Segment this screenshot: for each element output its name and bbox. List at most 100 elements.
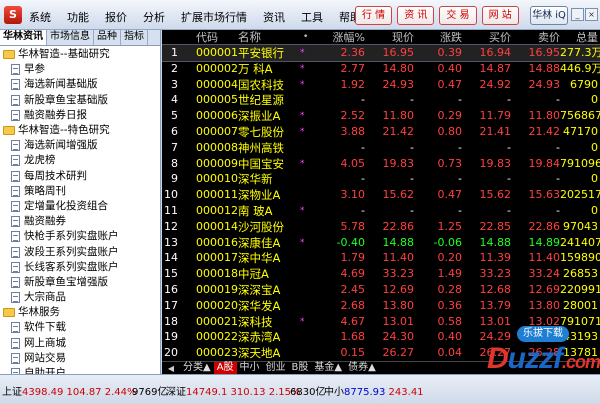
quote-row[interactable]: 13 000016 深康佳A * -0.40 14.88 -0.06 14.88 14.89 24… bbox=[162, 235, 600, 251]
change-pct: 3.88 bbox=[340, 125, 366, 138]
quote-row[interactable]: 16 000019 深深宝A 2.45 12.69 0.28 12.68 12.69 22099… bbox=[162, 282, 600, 298]
quote-row[interactable]: 4 000005 世纪星源 - - - - - 0 bbox=[162, 92, 600, 108]
col-header-volume[interactable]: 总量 bbox=[560, 30, 598, 45]
category-tab-0[interactable]: 分类▲ bbox=[180, 362, 214, 374]
category-tab-3[interactable]: 创业 bbox=[263, 362, 289, 374]
quote-row[interactable]: 7 000008 神州高铁 - - - - - 0 bbox=[162, 140, 600, 156]
sidebar-tab-1[interactable]: 市场信息 bbox=[47, 30, 94, 45]
row-index: 5 bbox=[171, 109, 178, 123]
quick-button-3[interactable]: 网 站 bbox=[481, 6, 519, 25]
tree-item[interactable]: 海选新闻基础版 bbox=[0, 77, 160, 92]
quick-button-1[interactable]: 资 讯 bbox=[397, 6, 435, 25]
col-header-code[interactable]: 代码 bbox=[196, 30, 218, 45]
sz-amount: 6830亿 bbox=[290, 387, 326, 398]
category-tab-5[interactable]: 基金▲ bbox=[311, 362, 345, 374]
col-header-price[interactable]: 现价 bbox=[365, 30, 414, 45]
volume: 0 bbox=[591, 140, 598, 154]
category-tab-list: 分类▲ A股 中小 创业 B股 基金▲ 债券▲ bbox=[180, 362, 379, 374]
ask-price: 15.63 bbox=[528, 188, 561, 202]
tree-item[interactable]: 策略周刊 bbox=[0, 184, 160, 199]
tree-group[interactable]: 华林智造--基础研究 bbox=[0, 47, 160, 62]
zx-index: 8775.93 bbox=[344, 387, 386, 398]
info-tree: 华林智造--基础研究 早参 海选新闻基础版新股章鱼宝基础版 融资融券日报 华林智造--特… bbox=[0, 46, 160, 381]
tree-item[interactable]: 海选新闻增强版 bbox=[0, 138, 160, 153]
tree-item[interactable]: 早参 bbox=[0, 62, 160, 77]
quote-row[interactable]: 9 000010 深华新 - - - - - 0 bbox=[162, 171, 600, 187]
tree-item[interactable]: 快枪手系列实盘账户 bbox=[0, 229, 160, 244]
change: 0.20 bbox=[437, 251, 463, 265]
stock-code: 000011 bbox=[196, 188, 238, 202]
tree-item[interactable]: 定增量化投资组合 bbox=[0, 199, 160, 214]
tree-item[interactable]: 新股章鱼宝基础版 bbox=[0, 93, 160, 108]
quick-button-2[interactable]: 交 易 bbox=[439, 6, 477, 25]
tree-item[interactable]: 波段王系列实盘账户 bbox=[0, 244, 160, 259]
stock-code: 000012 bbox=[196, 204, 238, 217]
tree-item[interactable]: 长线客系列实盘账户 bbox=[0, 260, 160, 275]
quote-row[interactable]: 2 000002 万 科A * 2.77 14.80 0.40 14.87 14.88 446.9… bbox=[162, 61, 600, 77]
tree-group[interactable]: 华林服务 bbox=[0, 305, 160, 320]
sidebar-tab-2[interactable]: 品种 bbox=[94, 30, 121, 45]
tree-item[interactable]: 龙虎榜 bbox=[0, 153, 160, 168]
quote-row[interactable]: 8 000009 中国宝安 * 4.05 19.83 0.73 19.83 19.84 79109… bbox=[162, 156, 600, 172]
price: - bbox=[410, 140, 414, 154]
quote-row[interactable]: 10 000011 深物业A 3.10 15.62 0.47 15.62 15.63 20251… bbox=[162, 187, 600, 203]
category-tab-1[interactable]: A股 bbox=[213, 362, 237, 374]
category-tab-6[interactable]: 债券▲ bbox=[345, 362, 379, 374]
col-header-change[interactable]: 涨跌 bbox=[414, 30, 462, 45]
document-icon bbox=[11, 200, 20, 212]
tree-item[interactable]: 融资融券日报 bbox=[0, 108, 160, 123]
category-tab-2[interactable]: 中小 bbox=[237, 362, 263, 374]
quick-button-0[interactable]: 行 情 bbox=[355, 6, 393, 25]
folder-icon bbox=[3, 126, 15, 136]
menu-item-3[interactable]: 分析 bbox=[143, 9, 165, 25]
bid-price: - bbox=[507, 172, 511, 186]
quote-table: 代码 名称 • 涨幅% 现价 涨跌 买价 卖价 总量 1 000001 平安银行 * 2… bbox=[162, 30, 600, 361]
sidebar-tab-0[interactable]: 华林资讯 bbox=[0, 30, 47, 45]
stock-name: 深华新 bbox=[238, 172, 273, 187]
quote-row[interactable]: 1 000001 平安银行 * 2.36 16.95 0.39 16.94 16.95 277.3… bbox=[162, 44, 600, 62]
category-tab-4[interactable]: B股 bbox=[289, 362, 312, 374]
volume: 28001 bbox=[563, 298, 598, 312]
document-icon bbox=[11, 261, 20, 273]
margin-flag: * bbox=[300, 237, 305, 248]
scroll-left-icon[interactable]: ◀ bbox=[162, 364, 180, 373]
tree-item[interactable]: 软件下载 bbox=[0, 320, 160, 335]
col-header-ask[interactable]: 卖价 bbox=[511, 30, 560, 45]
menu-item-0[interactable]: 系统 bbox=[29, 9, 51, 25]
col-header-name[interactable]: 名称 bbox=[238, 30, 261, 45]
menu-item-6[interactable]: 工具 bbox=[301, 9, 323, 25]
quote-row[interactable]: 15 000018 中冠A 4.69 33.23 1.49 33.23 33.24 26853 bbox=[162, 266, 600, 282]
col-header-bid[interactable]: 买价 bbox=[462, 30, 511, 45]
tree-group[interactable]: 华林智造--特色研究 bbox=[0, 123, 160, 138]
brand-button[interactable]: 华林 iQ bbox=[530, 6, 568, 25]
stock-name: 万 科A bbox=[238, 61, 273, 76]
quote-row[interactable]: 5 000006 深振业A * 2.52 11.80 0.29 11.79 11.80 75686… bbox=[162, 108, 600, 124]
sidebar-tab-3[interactable]: 指标 bbox=[121, 30, 148, 45]
quote-row[interactable]: 6 000007 零七股份 * 3.88 21.42 0.80 21.41 21.42 47170 bbox=[162, 124, 600, 140]
tree-item[interactable]: 网站交易 bbox=[0, 351, 160, 366]
menu-item-2[interactable]: 报价 bbox=[105, 9, 127, 25]
tree-item[interactable]: 网上商城 bbox=[0, 336, 160, 351]
minimize-icon[interactable]: _ bbox=[571, 8, 584, 21]
tree-item[interactable]: 每周技术研判 bbox=[0, 169, 160, 184]
menu-item-1[interactable]: 功能 bbox=[67, 9, 89, 25]
volume: 202517 bbox=[560, 188, 600, 202]
document-icon bbox=[11, 64, 20, 76]
close-icon[interactable]: × bbox=[585, 8, 598, 21]
volume: 26853 bbox=[563, 267, 598, 281]
change-pct: 2.36 bbox=[340, 46, 366, 59]
quote-row[interactable]: 11 000012 南 玻A * - - - - - 0 bbox=[162, 203, 600, 219]
quote-row[interactable]: 3 000004 国农科技 * 1.92 24.93 0.47 24.92 24.93 6790 bbox=[162, 77, 600, 93]
quote-row[interactable]: 12 000014 沙河股份 5.78 22.86 1.25 22.85 22.86 97043 bbox=[162, 219, 600, 235]
tree-item[interactable]: 大宗商品 bbox=[0, 290, 160, 305]
tree-item[interactable]: 新股章鱼宝增强版 bbox=[0, 275, 160, 290]
quote-row[interactable]: 14 000017 深中华A 1.79 11.40 0.20 11.39 11.40 15989… bbox=[162, 250, 600, 266]
menu-item-4[interactable]: 扩展市场行情 bbox=[181, 9, 247, 25]
quote-row[interactable]: 17 000020 深华发A 2.68 13.80 0.36 13.79 13.80 28001 bbox=[162, 298, 600, 314]
tree-item[interactable]: 融资融券 bbox=[0, 214, 160, 229]
tree-label: 海选新闻基础版 bbox=[24, 78, 98, 91]
col-header-change-pct[interactable]: 涨幅% bbox=[313, 30, 365, 45]
menu-item-5[interactable]: 资讯 bbox=[263, 9, 285, 25]
sh-index: 4398.49 bbox=[22, 387, 64, 398]
document-icon bbox=[11, 292, 20, 304]
